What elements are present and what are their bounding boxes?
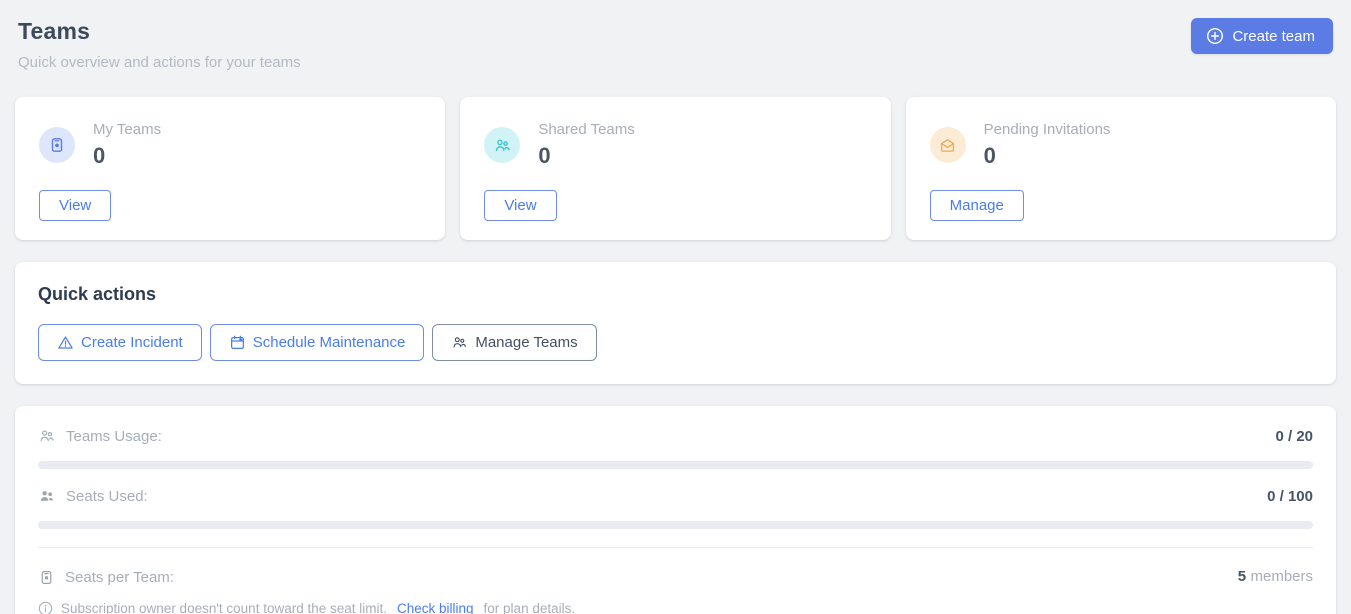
teams-usage-progress: [38, 461, 1313, 469]
stat-value: 0: [538, 143, 634, 169]
stat-top: Shared Teams 0: [484, 121, 866, 169]
teams-usage-value: 0 / 20: [1275, 428, 1313, 445]
schedule-maintenance-button[interactable]: Schedule Maintenance: [210, 324, 425, 361]
info-icon: [38, 601, 53, 614]
create-team-button[interactable]: Create team: [1191, 18, 1333, 54]
stat-card-my-teams: My Teams 0 View: [15, 97, 445, 240]
create-incident-button[interactable]: Create Incident: [38, 324, 202, 361]
stat-top: My Teams 0: [39, 121, 421, 169]
check-billing-link[interactable]: Check billing: [397, 601, 474, 614]
stat-text: Shared Teams 0: [538, 121, 634, 169]
seats-used-label: Seats Used:: [66, 488, 148, 505]
stats-row: My Teams 0 View Shared Teams 0 View: [15, 97, 1336, 240]
my-teams-view-button[interactable]: View: [39, 190, 111, 221]
stat-value: 0: [93, 143, 161, 169]
create-team-label: Create team: [1232, 28, 1315, 45]
shared-users-icon: [484, 127, 520, 163]
seats-per-team-number: 5: [1238, 568, 1246, 585]
create-incident-label: Create Incident: [81, 334, 183, 351]
users-icon: [451, 334, 468, 351]
seats-per-team-unit: members: [1250, 568, 1313, 585]
teams-usage-label: Teams Usage:: [66, 428, 162, 445]
page-header-titles: Teams Quick overview and actions for you…: [18, 18, 301, 71]
seats-per-team-label: Seats per Team:: [65, 569, 174, 586]
stat-text: Pending Invitations 0: [984, 121, 1111, 169]
seats-used-value: 0 / 100: [1267, 488, 1313, 505]
calendar-icon: [229, 334, 246, 351]
teams-page: Teams Quick overview and actions for you…: [0, 0, 1351, 614]
manage-teams-label: Manage Teams: [475, 334, 577, 351]
stat-top: Pending Invitations 0: [930, 121, 1312, 169]
note-text-after: for plan details.: [484, 601, 576, 614]
page-header: Teams Quick overview and actions for you…: [15, 15, 1336, 71]
seats-per-team-label-group: Seats per Team:: [38, 569, 174, 586]
plus-circle-icon: [1206, 27, 1224, 45]
teams-usage-row: Teams Usage: 0 / 20: [38, 427, 1313, 445]
seats-per-team-value: 5 members: [1238, 568, 1313, 586]
stat-card-shared-teams: Shared Teams 0 View: [460, 97, 890, 240]
users-outline-icon: [38, 427, 56, 445]
pending-invitations-manage-button[interactable]: Manage: [930, 190, 1024, 221]
seats-per-team-row: Seats per Team: 5 members: [38, 568, 1313, 586]
usage-card: Teams Usage: 0 / 20 Seats Used: 0 / 100: [15, 406, 1336, 614]
stat-text: My Teams 0: [93, 121, 161, 169]
schedule-maintenance-label: Schedule Maintenance: [253, 334, 406, 351]
warning-icon: [57, 334, 74, 351]
stat-label: Shared Teams: [538, 121, 634, 138]
page-subtitle: Quick overview and actions for your team…: [18, 54, 301, 71]
users-filled-icon: [38, 487, 56, 505]
seat-limit-note: Subscription owner doesn't count toward …: [38, 601, 1313, 614]
quick-actions-row: Create Incident Schedule Maintenance Man…: [38, 324, 1313, 361]
badge-icon: [38, 569, 55, 586]
seats-used-label-group: Seats Used:: [38, 487, 148, 505]
page-title: Teams: [18, 18, 301, 45]
shared-teams-view-button[interactable]: View: [484, 190, 556, 221]
open-mail-icon: [930, 127, 966, 163]
stat-value: 0: [984, 143, 1111, 169]
note-text-before: Subscription owner doesn't count toward …: [61, 601, 387, 614]
seats-used-row: Seats Used: 0 / 100: [38, 487, 1313, 505]
usage-divider: [38, 547, 1313, 548]
team-badge-icon: [39, 127, 75, 163]
quick-actions-title: Quick actions: [38, 284, 1313, 305]
seats-used-progress: [38, 521, 1313, 529]
quick-actions-card: Quick actions Create Incident Schedule M…: [15, 262, 1336, 384]
stat-card-pending-invitations: Pending Invitations 0 Manage: [906, 97, 1336, 240]
stat-label: Pending Invitations: [984, 121, 1111, 138]
stat-label: My Teams: [93, 121, 161, 138]
teams-usage-label-group: Teams Usage:: [38, 427, 162, 445]
manage-teams-button[interactable]: Manage Teams: [432, 324, 596, 361]
